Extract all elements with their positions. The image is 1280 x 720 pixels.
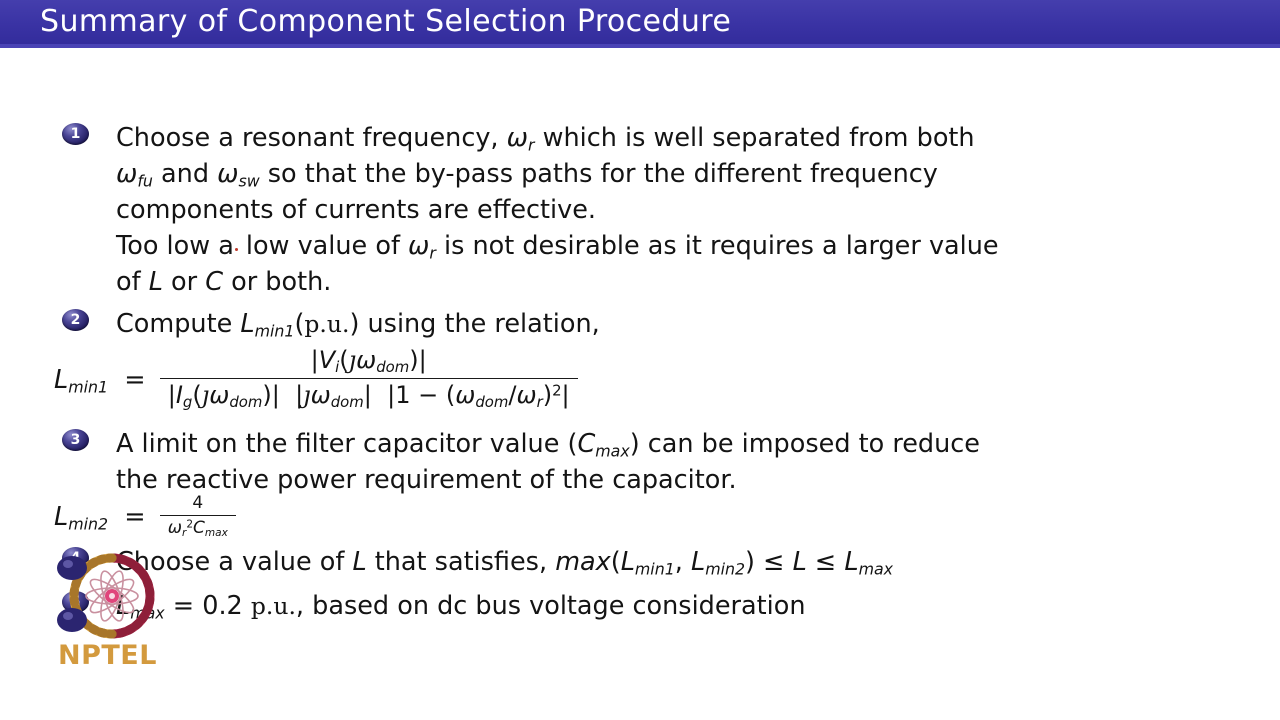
page-title: Summary of Component Selection Procedure [40, 4, 732, 39]
item-1-text-line5: of L or C or both. [116, 267, 332, 297]
bullet-number-3: 3 [62, 429, 89, 451]
bullet-number-1: 1 [62, 123, 89, 145]
equation-lmin2-denominator: ωr2Cmax [167, 518, 228, 539]
slide-content: 1 Choose a resonant frequency, ωr which … [0, 48, 1280, 720]
equation-lmin1-lhs: Lmin1 = [54, 364, 146, 397]
stray-red-dot [234, 248, 238, 251]
equation-lmin1-fraction: |Vi(ȷωdom)| |Ig(ȷωdom)| |ȷωdom| |1 − (ωd… [159, 346, 578, 412]
item-5-text: Lmax = 0.2 p.u., based on dc bus voltage… [116, 591, 806, 623]
item-4-text: Choose a value of L that satisfies, max(… [116, 547, 894, 579]
item-2-text: Compute Lmin1(p.u.) using the relation, [116, 309, 600, 341]
equation-lmin1-denominator: |Ig(ȷωdom)| |ȷωdom| |1 − (ωdom/ωr)2| [167, 381, 570, 412]
bullet-number-2: 2 [62, 309, 89, 331]
equation-lmin1-numerator: |Vi(ȷωdom)| [159, 346, 578, 380]
nptel-logo: NPTEL [52, 548, 172, 672]
equation-lmin1: Lmin1 = |Vi(ȷωdom)| |Ig(ȷωdom)| |ȷωdom| … [54, 346, 584, 413]
equation-lmin2: Lmin2 = 4 ωr2Cmax [54, 493, 242, 541]
equation-lmin2-lhs: Lmin2 = [54, 502, 146, 534]
equation-lmin2-fraction: 4 ωr2Cmax [159, 493, 236, 539]
equation-lmin2-numerator: 4 [159, 493, 236, 516]
item-1-text-line3: components of currents are effective. [116, 195, 596, 225]
nptel-wordmark: NPTEL [58, 640, 157, 671]
